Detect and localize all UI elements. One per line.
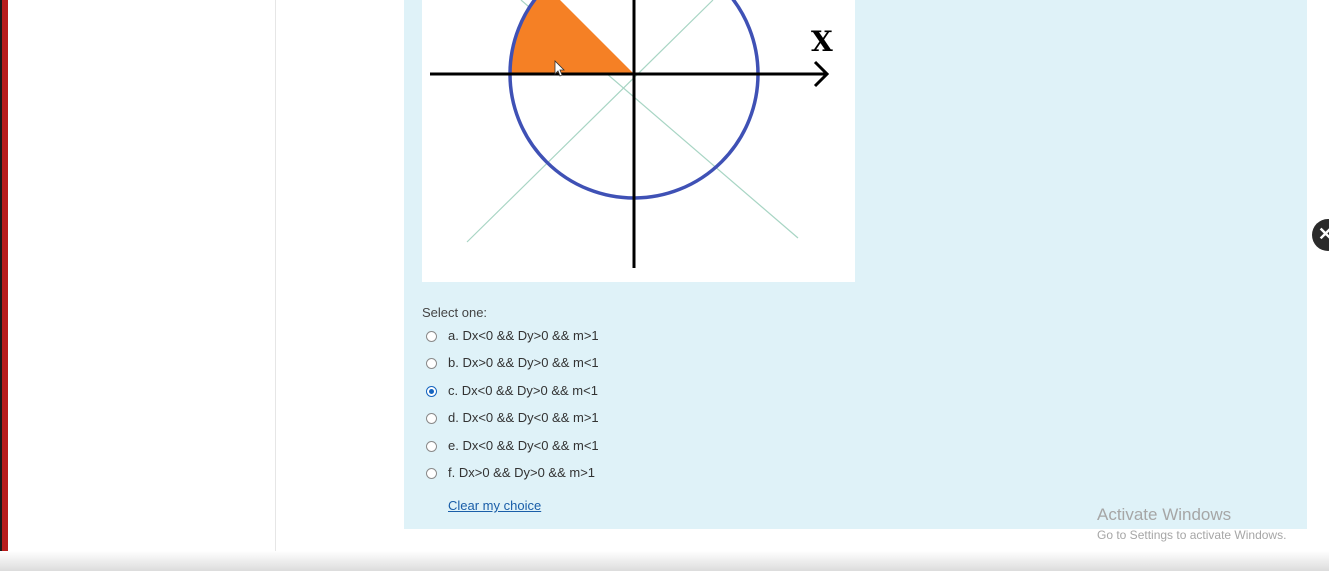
- option-f-label: f. Dx>0 && Dy>0 && m>1: [448, 465, 596, 480]
- option-c-label: c. Dx<0 && Dy>0 && m<1: [448, 383, 598, 398]
- radio-option-f[interactable]: [426, 468, 437, 479]
- window-edge: [0, 0, 8, 571]
- option-e-label: e. Dx<0 && Dy<0 && m<1: [448, 438, 599, 453]
- option-d[interactable]: d. Dx<0 && Dy<0 && m>1: [426, 409, 686, 431]
- circle-octant-diagram: X: [430, 0, 833, 268]
- question-panel: X Select one: a. Dx<0 && Dy>0 && m>1 b. …: [404, 0, 1307, 529]
- close-icon[interactable]: ✕: [1312, 219, 1329, 251]
- radio-option-b[interactable]: [426, 358, 437, 369]
- option-c[interactable]: c. Dx<0 && Dy>0 && m<1: [426, 382, 686, 404]
- option-b[interactable]: b. Dx>0 && Dy>0 && m<1: [426, 354, 686, 376]
- option-a[interactable]: a. Dx<0 && Dy>0 && m>1: [426, 327, 686, 349]
- option-e[interactable]: e. Dx<0 && Dy<0 && m<1: [426, 437, 686, 459]
- question-figure: X: [422, 0, 855, 282]
- radio-option-e[interactable]: [426, 441, 437, 452]
- activate-windows-subtitle: Go to Settings to activate Windows.: [1097, 528, 1287, 542]
- bottom-bar: [0, 551, 1329, 571]
- option-b-label: b. Dx>0 && Dy>0 && m<1: [448, 355, 599, 370]
- radio-option-c[interactable]: [426, 386, 437, 397]
- select-one-prompt: Select one:: [422, 305, 488, 320]
- option-a-label: a. Dx<0 && Dy>0 && m>1: [448, 328, 599, 343]
- clear-my-choice-link[interactable]: Clear my choice: [448, 498, 541, 513]
- x-axis-label: X: [811, 25, 833, 58]
- left-sidebar: [8, 0, 276, 571]
- option-f[interactable]: f. Dx>0 && Dy>0 && m>1: [426, 464, 686, 486]
- radio-option-a[interactable]: [426, 331, 437, 342]
- radio-option-d[interactable]: [426, 413, 437, 424]
- activate-windows-title: Activate Windows: [1097, 505, 1232, 524]
- activate-windows-watermark: Activate Windows Go to Settings to activ…: [1097, 505, 1286, 542]
- option-d-label: d. Dx<0 && Dy<0 && m>1: [448, 410, 599, 425]
